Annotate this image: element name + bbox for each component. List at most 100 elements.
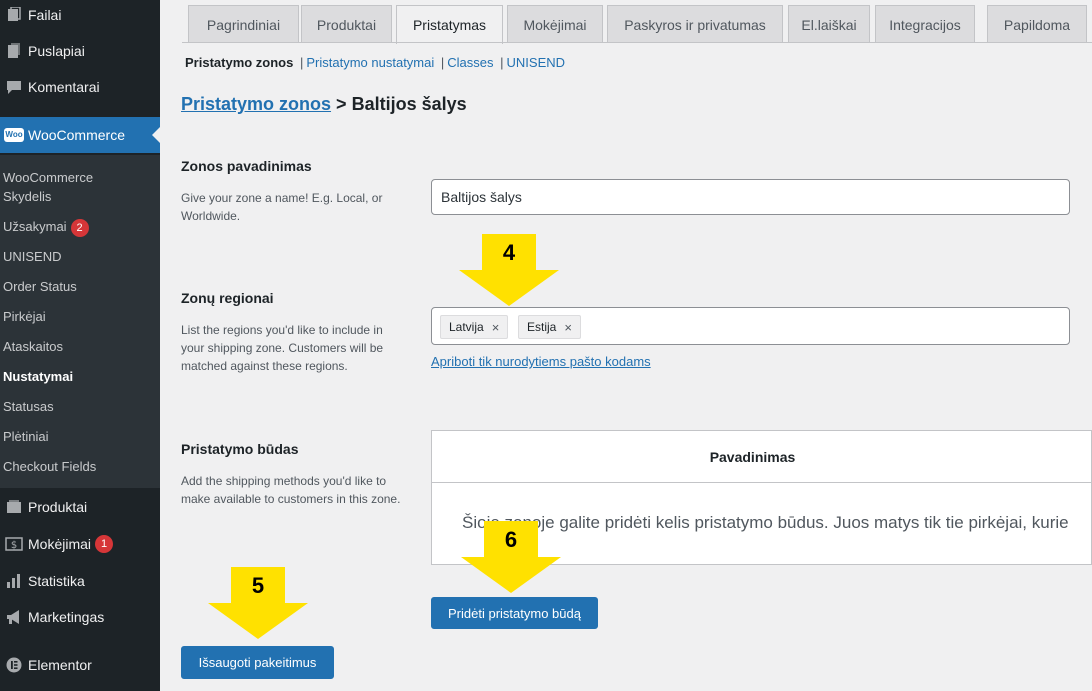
breadcrumb-separator: > <box>336 94 347 114</box>
woo-logo: Woo <box>4 128 24 142</box>
submenu-item-settings[interactable]: Nustatymai <box>3 368 73 386</box>
annotation-arrow-5: 5 <box>208 567 308 641</box>
regions-select[interactable]: Latvija × Estija × <box>431 307 1070 345</box>
submenu-item-customers[interactable]: Pirkėjai <box>3 308 46 326</box>
tab-integrations[interactable]: Integracijos <box>875 5 975 43</box>
annotation-number: 4 <box>482 234 536 272</box>
menu-item-analytics[interactable]: Statistika <box>0 563 160 599</box>
woocommerce-submenu: WooCommerce Skydelis Užsakymai 2 UNISEND … <box>0 155 160 488</box>
tab-label: Integracijos <box>889 16 961 33</box>
tabs-divider <box>182 42 1092 43</box>
submenu-label: Checkout Fields <box>3 459 97 474</box>
menu-label: Elementor <box>28 657 92 673</box>
megaphone-icon <box>0 609 28 625</box>
regions-title: Zonų regionai <box>181 290 274 306</box>
add-shipping-method-button[interactable]: Pridėti pristatymo būdą <box>431 597 598 629</box>
zone-name-title: Zonos pavadinimas <box>181 158 312 174</box>
tab-label: El.laiškai <box>801 16 857 33</box>
subnav-current: Pristatymo zonos <box>185 55 294 70</box>
tab-products[interactable]: Produktai <box>301 5 392 43</box>
methods-description: Add the shipping methods you'd like to m… <box>181 474 401 506</box>
menu-label: Statistika <box>28 573 85 589</box>
elementor-icon <box>0 657 28 673</box>
menu-item-products[interactable]: Produktai <box>0 489 160 525</box>
annotation-arrow-4: 4 <box>459 234 559 308</box>
chart-icon <box>0 573 28 589</box>
breadcrumb: Pristatymo zonos > Baltijos šalys <box>181 94 467 115</box>
limit-postcodes-link[interactable]: Apriboti tik nurodytiems pašto kodams <box>431 354 651 369</box>
arrow-down-icon <box>459 270 559 306</box>
methods-title: Pristatymo būdas <box>181 441 299 457</box>
tab-advanced[interactable]: Papildoma <box>987 5 1087 43</box>
menu-item-elementor[interactable]: Elementor <box>0 647 160 683</box>
tab-label: Mokėjimai <box>523 16 587 33</box>
menu-label: WooCommerce <box>28 127 125 143</box>
remove-icon[interactable]: × <box>492 320 500 335</box>
region-chip-label: Latvija <box>449 320 484 334</box>
breadcrumb-current: Baltijos šalys <box>351 94 467 114</box>
submenu-item-checkout-fields[interactable]: Checkout Fields <box>3 458 96 476</box>
submenu-label: Užsakymai <box>3 219 67 234</box>
menu-item-marketing[interactable]: Marketingas <box>0 599 160 635</box>
menu-label: Produktai <box>28 499 88 515</box>
column-header-name: Pavadinimas <box>432 431 1091 483</box>
tab-shipping[interactable]: Pristatymas <box>396 5 503 44</box>
annotation-number: 6 <box>484 521 538 559</box>
region-chip-label: Estija <box>527 320 557 334</box>
subnav-link-classes[interactable]: Classes <box>447 55 493 70</box>
subnav-separator: | <box>299 55 304 70</box>
submenu-label: Statusas <box>3 399 54 414</box>
region-chip: Latvija × <box>440 315 509 339</box>
payment-icon: $ <box>0 536 28 552</box>
menu-label: Failai <box>28 7 62 23</box>
orders-count-badge: 2 <box>70 218 89 237</box>
submenu-label: Plėtiniai <box>3 429 49 444</box>
remove-icon[interactable]: × <box>564 320 572 335</box>
menu-item-comments[interactable]: Komentarai <box>0 69 160 105</box>
comment-icon <box>0 79 28 95</box>
menu-label: Komentarai <box>28 79 100 95</box>
annotation-number: 5 <box>231 567 285 605</box>
svg-text:$: $ <box>11 540 17 551</box>
regions-description: List the regions you'd like to include i… <box>181 323 384 373</box>
submenu-label: Nustatymai <box>3 369 74 384</box>
payments-count-badge: 1 <box>95 535 114 553</box>
save-changes-button[interactable]: Išsaugoti pakeitimus <box>181 646 334 679</box>
breadcrumb-link-zones[interactable]: Pristatymo zonos <box>181 94 331 114</box>
arrow-down-icon <box>208 603 308 639</box>
submenu-item-extensions[interactable]: Plėtiniai <box>3 428 49 446</box>
tab-payments[interactable]: Mokėjimai <box>507 5 603 43</box>
woo-icon: Woo <box>0 128 28 142</box>
submenu-item-status[interactable]: Statusas <box>3 398 54 416</box>
annotation-arrow-6: 6 <box>461 521 561 595</box>
tab-general[interactable]: Pagrindiniai <box>188 5 299 43</box>
menu-item-woocommerce[interactable]: Woo WooCommerce <box>0 117 161 153</box>
submenu-item-orders[interactable]: Užsakymai 2 <box>3 218 89 237</box>
tab-accounts-privacy[interactable]: Paskyros ir privatumas <box>607 5 783 43</box>
submenu-label: UNISEND <box>3 249 62 264</box>
subnav-link-unisend[interactable]: UNISEND <box>507 55 566 70</box>
subnav-separator: | <box>500 55 504 70</box>
submenu-label: Pirkėjai <box>3 309 46 324</box>
tab-label: Paskyros ir privatumas <box>624 16 766 33</box>
tab-label: Papildoma <box>1003 16 1071 33</box>
submenu-label: Order Status <box>3 279 77 294</box>
admin-sidebar: Failai Puslapiai Komentarai Woo WooComme… <box>0 0 161 691</box>
tab-label: Produktai <box>316 16 377 33</box>
submenu-item-reports[interactable]: Ataskaitos <box>3 338 63 356</box>
zone-name-description: Give your zone a name! E.g. Local, or Wo… <box>181 191 383 223</box>
tab-emails[interactable]: El.laiškai <box>788 5 870 43</box>
submenu-item-order-status[interactable]: Order Status <box>3 278 77 296</box>
product-icon <box>0 499 28 515</box>
submenu-item-unisend[interactable]: UNISEND <box>3 248 62 266</box>
menu-label: Marketingas <box>28 609 105 625</box>
menu-item-media[interactable]: Failai <box>0 0 160 33</box>
tab-label: Pagrindiniai <box>206 16 281 33</box>
subnav-link-shipping-options[interactable]: Pristatymo nustatymai <box>306 55 434 70</box>
submenu-label: Ataskaitos <box>3 339 63 354</box>
menu-item-pages[interactable]: Puslapiai <box>0 33 160 69</box>
menu-item-payments[interactable]: $ Mokėjimai 1 <box>0 526 160 562</box>
menu-label: Mokėjimai <box>28 536 92 552</box>
zone-name-input[interactable]: Baltijos šalys <box>431 179 1070 215</box>
submenu-item-dashboard[interactable]: WooCommerce Skydelis <box>3 168 123 206</box>
